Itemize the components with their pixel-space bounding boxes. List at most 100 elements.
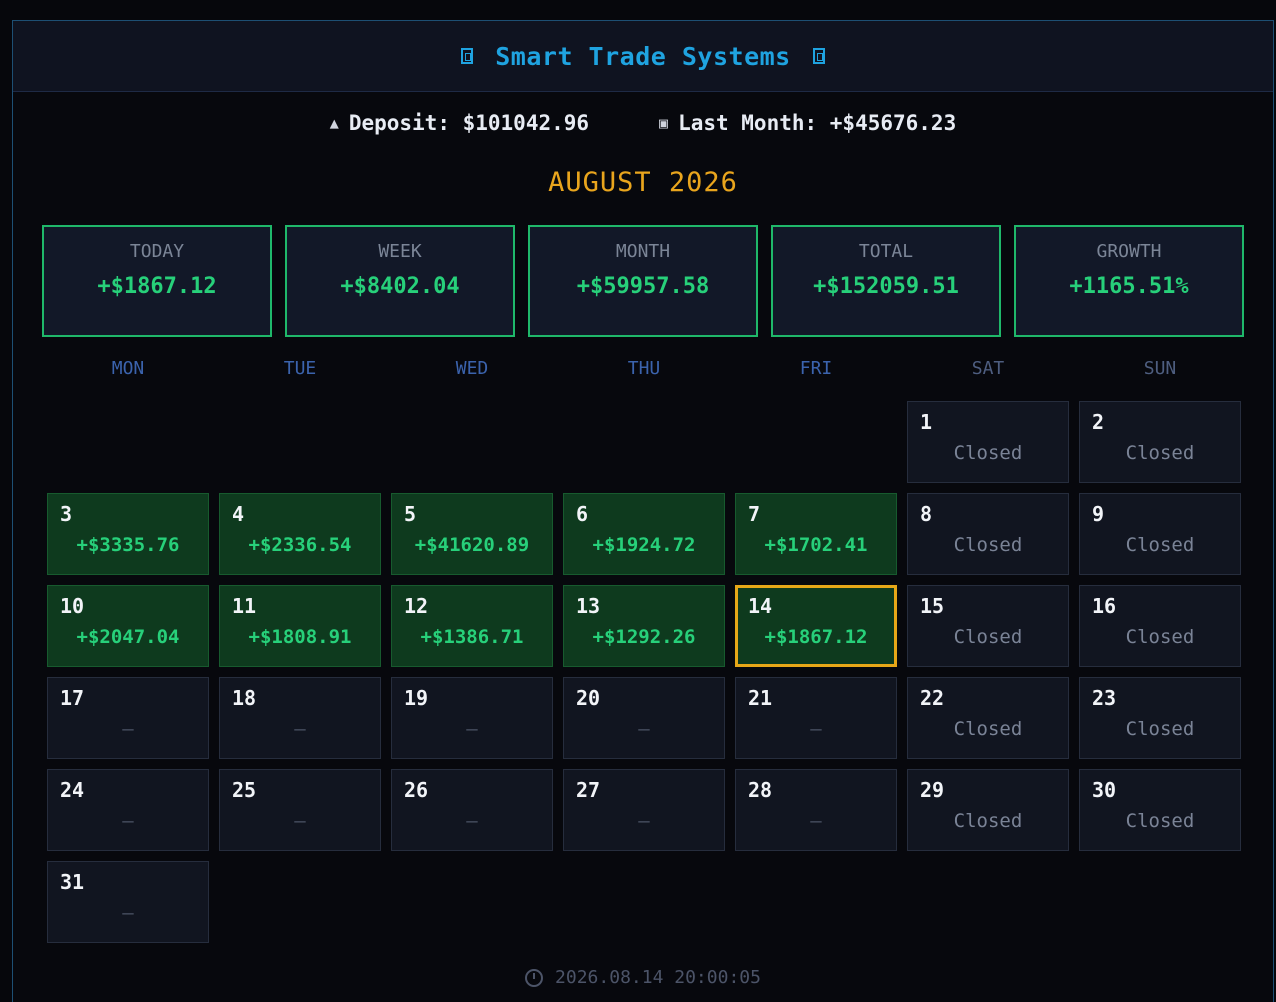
last-month-info: ▣ Last Month: +$45676.23 xyxy=(659,111,956,135)
calendar-day-cell[interactable]: 5 +$41620.89 xyxy=(391,493,553,575)
calendar-day-cell[interactable]: 3 +$3335.76 xyxy=(47,493,209,575)
calendar-day-cell[interactable]: 24 — xyxy=(47,769,209,851)
stat-value: +1165.51% xyxy=(1069,274,1189,299)
money-bag-icon: ▲ xyxy=(329,114,339,132)
calendar-day-cell[interactable]: 13 +$1292.26 xyxy=(563,585,725,667)
day-number: 4 xyxy=(232,502,245,526)
day-value: — xyxy=(122,902,134,924)
calendar-blank-cell xyxy=(563,401,725,483)
day-value: — xyxy=(122,718,134,740)
account-info-bar: ▲ Deposit: $101042.96 ▣ Last Month: +$45… xyxy=(13,111,1273,135)
day-number: 25 xyxy=(232,778,257,802)
calendar-day-cell[interactable]: 16 Closed xyxy=(1079,585,1241,667)
weekday-thu: THU xyxy=(627,358,661,379)
day-value: +$1808.91 xyxy=(248,626,352,648)
day-number: 15 xyxy=(920,594,945,618)
day-number: 24 xyxy=(60,778,85,802)
calendar-day-cell[interactable]: 6 +$1924.72 xyxy=(563,493,725,575)
weekday-sat: SAT xyxy=(971,358,1005,379)
calendar-icon: ▣ xyxy=(659,114,669,132)
day-value: Closed xyxy=(953,534,1023,556)
app-title: Smart Trade Systems xyxy=(495,41,791,71)
stat-card-total: TOTAL +$152059.51 xyxy=(771,225,1001,337)
day-number: 30 xyxy=(1092,778,1117,802)
calendar-grid: 1 Closed 2 Closed 3 +$3335.76 4 +$2336.54 5 +$416… xyxy=(47,401,1241,943)
day-value: Closed xyxy=(953,810,1023,832)
calendar-day-cell[interactable]: 8 Closed xyxy=(907,493,1069,575)
clock-icon xyxy=(525,968,544,987)
calendar-blank-cell xyxy=(47,401,209,483)
calendar-day-cell[interactable]: 4 +$2336.54 xyxy=(219,493,381,575)
calendar-day-cell[interactable]: 15 Closed xyxy=(907,585,1069,667)
day-number: 3 xyxy=(60,502,73,526)
calendar-day-cell[interactable]: 19 — xyxy=(391,677,553,759)
calendar-day-cell[interactable]: 31 — xyxy=(47,861,209,943)
month-title: AUGUST 2026 xyxy=(548,167,738,198)
day-number: 16 xyxy=(1092,594,1117,618)
day-number: 28 xyxy=(748,778,773,802)
calendar-day-cell[interactable]: 18 — xyxy=(219,677,381,759)
calendar-day-cell[interactable]: 10 +$2047.04 xyxy=(47,585,209,667)
day-number: 17 xyxy=(60,686,85,710)
weekday-wed: WED xyxy=(455,358,489,379)
timestamp: 2026.08.14 20:00:05 xyxy=(555,967,761,988)
calendar-day-cell[interactable]: 29 Closed xyxy=(907,769,1069,851)
app-logo-icon-right xyxy=(812,48,825,64)
day-value: — xyxy=(466,810,478,832)
calendar-day-cell[interactable]: 30 Closed xyxy=(1079,769,1241,851)
stat-label: WEEK xyxy=(378,241,422,262)
calendar-day-cell[interactable]: 1 Closed xyxy=(907,401,1069,483)
stat-value: +$8402.04 xyxy=(340,274,460,299)
calendar-day-cell[interactable]: 20 — xyxy=(563,677,725,759)
day-number: 29 xyxy=(920,778,945,802)
day-value: — xyxy=(810,810,822,832)
stat-value: +$152059.51 xyxy=(813,274,959,299)
day-value: +$1924.72 xyxy=(592,534,696,556)
last-month-text: Last Month: +$45676.23 xyxy=(678,111,957,135)
day-number: 6 xyxy=(576,502,589,526)
day-number: 14 xyxy=(748,594,773,618)
deposit-info: ▲ Deposit: $101042.96 xyxy=(330,111,589,135)
day-value: Closed xyxy=(1125,534,1195,556)
day-value: +$1867.12 xyxy=(764,626,868,648)
day-value: Closed xyxy=(1125,626,1195,648)
calendar-day-cell[interactable]: 21 — xyxy=(735,677,897,759)
calendar-day-cell[interactable]: 11 +$1808.91 xyxy=(219,585,381,667)
weekday-tue: TUE xyxy=(283,358,317,379)
calendar-blank-cell xyxy=(391,401,553,483)
calendar-day-cell[interactable]: 27 — xyxy=(563,769,725,851)
day-number: 11 xyxy=(232,594,257,618)
calendar-day-cell[interactable]: 7 +$1702.41 xyxy=(735,493,897,575)
calendar-day-cell[interactable]: 28 — xyxy=(735,769,897,851)
day-value: +$41620.89 xyxy=(414,534,530,556)
day-value: — xyxy=(294,810,306,832)
weekday-sun: SUN xyxy=(1143,358,1177,379)
weekday-mon: MON xyxy=(111,358,145,379)
day-number: 1 xyxy=(920,410,933,434)
day-value: Closed xyxy=(1125,718,1195,740)
calendar-day-cell[interactable]: 23 Closed xyxy=(1079,677,1241,759)
calendar-day-cell[interactable]: 14 +$1867.12 xyxy=(735,585,897,667)
stat-label: TODAY xyxy=(129,241,185,262)
day-number: 7 xyxy=(748,502,761,526)
calendar-day-cell[interactable]: 17 — xyxy=(47,677,209,759)
calendar-day-cell[interactable]: 12 +$1386.71 xyxy=(391,585,553,667)
calendar-day-cell[interactable]: 26 — xyxy=(391,769,553,851)
calendar-blank-cell xyxy=(735,401,897,483)
day-value: +$1386.71 xyxy=(420,626,524,648)
day-number: 18 xyxy=(232,686,257,710)
calendar-day-cell[interactable]: 2 Closed xyxy=(1079,401,1241,483)
day-value: +$2047.04 xyxy=(76,626,180,648)
stat-card-week: WEEK +$8402.04 xyxy=(285,225,515,337)
day-number: 26 xyxy=(404,778,429,802)
calendar-day-cell[interactable]: 25 — xyxy=(219,769,381,851)
day-number: 20 xyxy=(576,686,601,710)
calendar-day-cell[interactable]: 9 Closed xyxy=(1079,493,1241,575)
calendar-day-cell[interactable]: 22 Closed xyxy=(907,677,1069,759)
day-number: 8 xyxy=(920,502,933,526)
stat-label: MONTH xyxy=(615,241,671,262)
calendar-blank-cell xyxy=(219,401,381,483)
app-logo-icon xyxy=(461,48,474,64)
day-value: — xyxy=(638,718,650,740)
day-number: 22 xyxy=(920,686,945,710)
